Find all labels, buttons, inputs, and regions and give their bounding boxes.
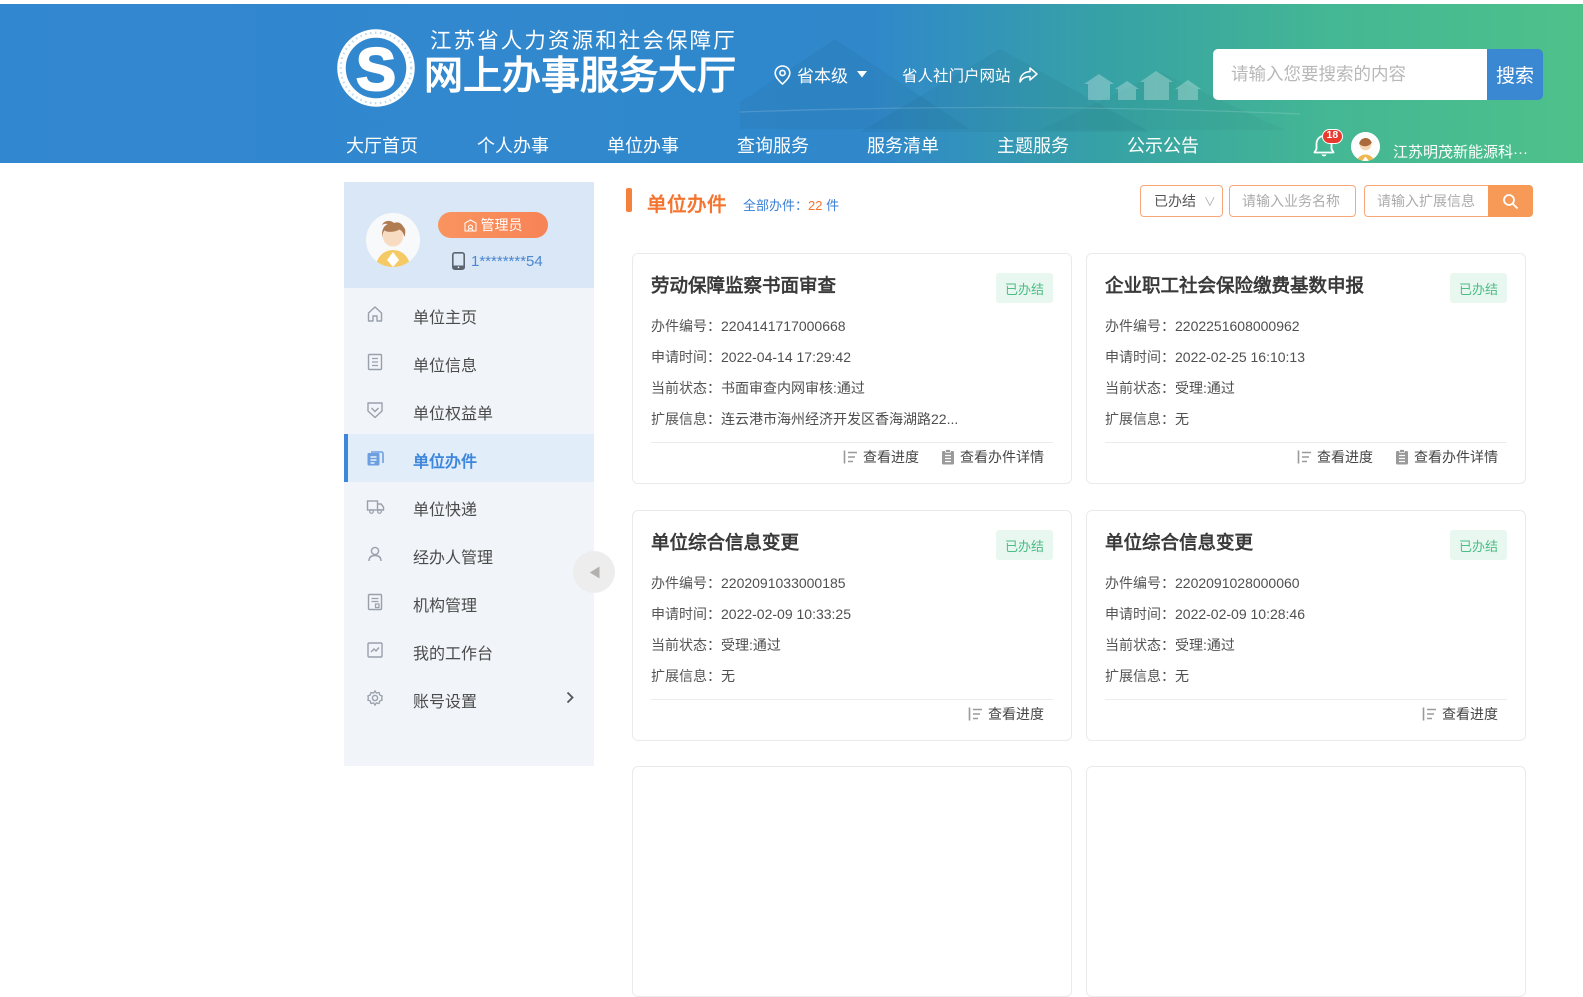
svg-text:S: S	[356, 36, 396, 103]
